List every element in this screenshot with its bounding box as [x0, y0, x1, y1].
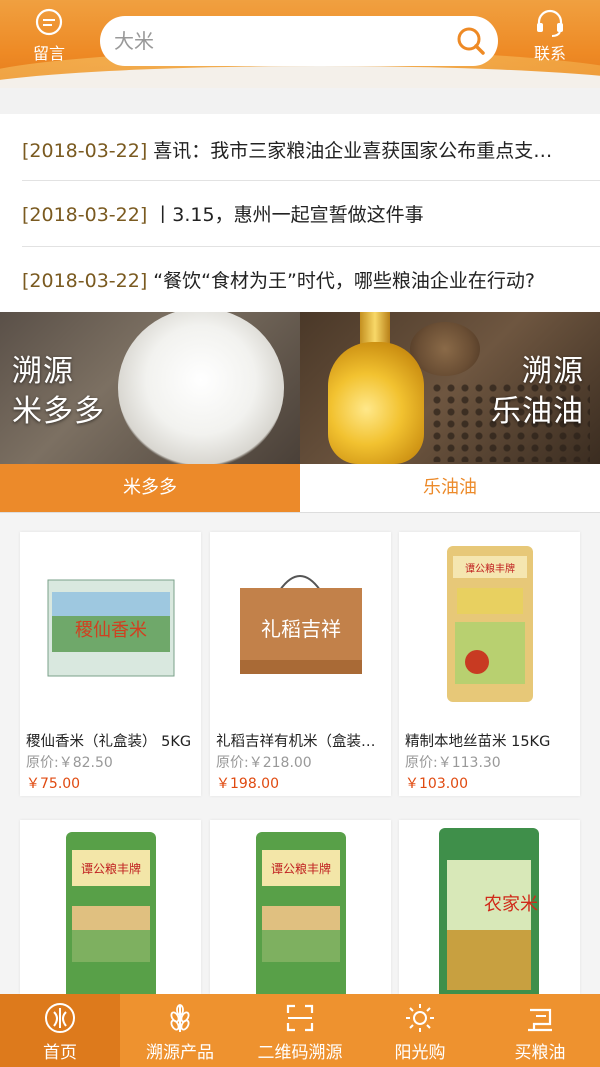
header-bar: 留言 大米 联系: [0, 0, 600, 88]
message-button[interactable]: 留言: [14, 8, 84, 64]
search-bar[interactable]: 大米: [100, 16, 498, 66]
tab-label: 首页: [43, 1043, 77, 1063]
product-name: 精制本地丝苗米 15KG: [405, 734, 551, 750]
product-name: 礼稻吉祥有机米（盒装…: [216, 734, 376, 750]
tab-sunshine-buy[interactable]: 阳光购: [360, 994, 480, 1067]
tab-trace-products[interactable]: 溯源产品: [120, 994, 240, 1067]
product-image: 稷仙香米: [47, 579, 175, 677]
tab-label: 阳光购: [394, 1043, 446, 1063]
product-image: 谭公粮丰牌: [66, 832, 156, 994]
tab-label: 二维码溯源: [257, 1043, 343, 1063]
banner-right-text: 溯源 乐油油: [491, 354, 584, 429]
svg-text:礼稻吉祥: 礼稻吉祥: [261, 617, 341, 641]
shop-icon: [528, 1008, 552, 1032]
contact-button[interactable]: 联系: [515, 8, 585, 64]
product-price: ￥103.00: [405, 776, 468, 792]
wheat-icon: [170, 1004, 190, 1032]
news-title: 丨3.15，惠州一起宣誓做这件事: [153, 204, 424, 226]
bottom-tab-bar: 首页 溯源产品 二维码溯源 阳光购 买粮油: [0, 994, 600, 1067]
news-date: [2018-03-22]: [22, 270, 148, 292]
svg-text:稷仙香米: 稷仙香米: [75, 620, 147, 641]
product-original-price: 原价:￥82.50: [26, 755, 113, 771]
product-price: ￥75.00: [26, 776, 81, 792]
product-card[interactable]: 谭公粮丰牌 精制本地丝苗米 15KG 原价:￥113.30 ￥103.00: [399, 532, 580, 796]
svg-text:谭公粮丰牌: 谭公粮丰牌: [465, 562, 515, 575]
news-title: “餐饮“食材为王”时代，哪些粮油企业在行动?: [153, 270, 535, 292]
divider: [22, 180, 600, 181]
tab-leyouyou[interactable]: 乐油油: [300, 464, 600, 512]
tab-midoduo[interactable]: 米多多: [0, 464, 300, 512]
news-date: [2018-03-22]: [22, 140, 148, 162]
svg-text:谭公粮丰牌: 谭公粮丰牌: [271, 861, 331, 876]
svg-text:谭公粮丰牌: 谭公粮丰牌: [81, 861, 141, 876]
search-icon[interactable]: [456, 26, 486, 56]
oil-bottle-image: [328, 342, 424, 464]
news-item[interactable]: [2018-03-22] “餐饮“食材为王”时代，哪些粮油企业在行动?: [22, 248, 578, 314]
banner-left-text: 溯源 米多多: [12, 354, 105, 429]
tab-label: 买粮油: [514, 1043, 566, 1063]
news-list: [2018-03-22] 喜讯：我市三家粮油企业喜获国家公布重点支… [2018…: [0, 114, 600, 312]
news-date: [2018-03-22]: [22, 204, 148, 226]
tab-buy-grain-oil[interactable]: 买粮油: [480, 994, 600, 1067]
product-card[interactable]: 稷仙香米 稷仙香米（礼盒装） 5KG 原价:￥82.50 ￥75.00: [20, 532, 201, 796]
category-tabs: 米多多 乐油油: [0, 464, 600, 512]
promo-banner[interactable]: 溯源 米多多 溯源 乐油油: [0, 312, 600, 464]
product-original-price: 原价:￥218.00: [216, 755, 312, 771]
scan-icon: [286, 1004, 314, 1032]
tab-label: 溯源产品: [146, 1043, 214, 1063]
product-original-price: 原价:￥113.30: [405, 755, 501, 771]
contact-label: 联系: [533, 44, 566, 63]
product-image: 谭公粮丰牌: [447, 546, 533, 702]
sun-icon: [406, 1004, 434, 1032]
tab-qr-trace[interactable]: 二维码溯源: [240, 994, 360, 1067]
product-card[interactable]: 谭公粮丰牌: [210, 820, 391, 994]
divider: [22, 246, 600, 247]
chat-bubble-icon: [35, 8, 63, 36]
news-item[interactable]: [2018-03-22] 喜讯：我市三家粮油企业喜获国家公布重点支…: [22, 118, 578, 184]
product-image: 谭公粮丰牌: [256, 832, 346, 994]
product-price: ￥198.00: [216, 776, 279, 792]
product-image: 农家米: [439, 828, 539, 994]
search-input[interactable]: 大米: [114, 16, 154, 66]
rice-bowl-image: [118, 312, 284, 464]
news-item[interactable]: [2018-03-22] 丨3.15，惠州一起宣誓做这件事: [22, 182, 578, 248]
news-title: 喜讯：我市三家粮油企业喜获国家公布重点支…: [153, 140, 553, 162]
tab-home[interactable]: 首页: [0, 994, 120, 1067]
product-card[interactable]: 农家米: [399, 820, 580, 994]
product-card[interactable]: 谭公粮丰牌: [20, 820, 201, 994]
product-image: 礼稻吉祥: [240, 575, 362, 674]
product-card[interactable]: 礼稻吉祥 礼稻吉祥有机米（盒装… 原价:￥218.00 ￥198.00: [210, 532, 391, 796]
product-name: 稷仙香米（礼盒装） 5KG: [26, 734, 192, 750]
message-label: 留言: [32, 44, 65, 63]
headset-icon: [537, 9, 563, 37]
svg-text:农家米: 农家米: [484, 894, 538, 915]
leaf-logo-icon: [45, 1003, 75, 1033]
